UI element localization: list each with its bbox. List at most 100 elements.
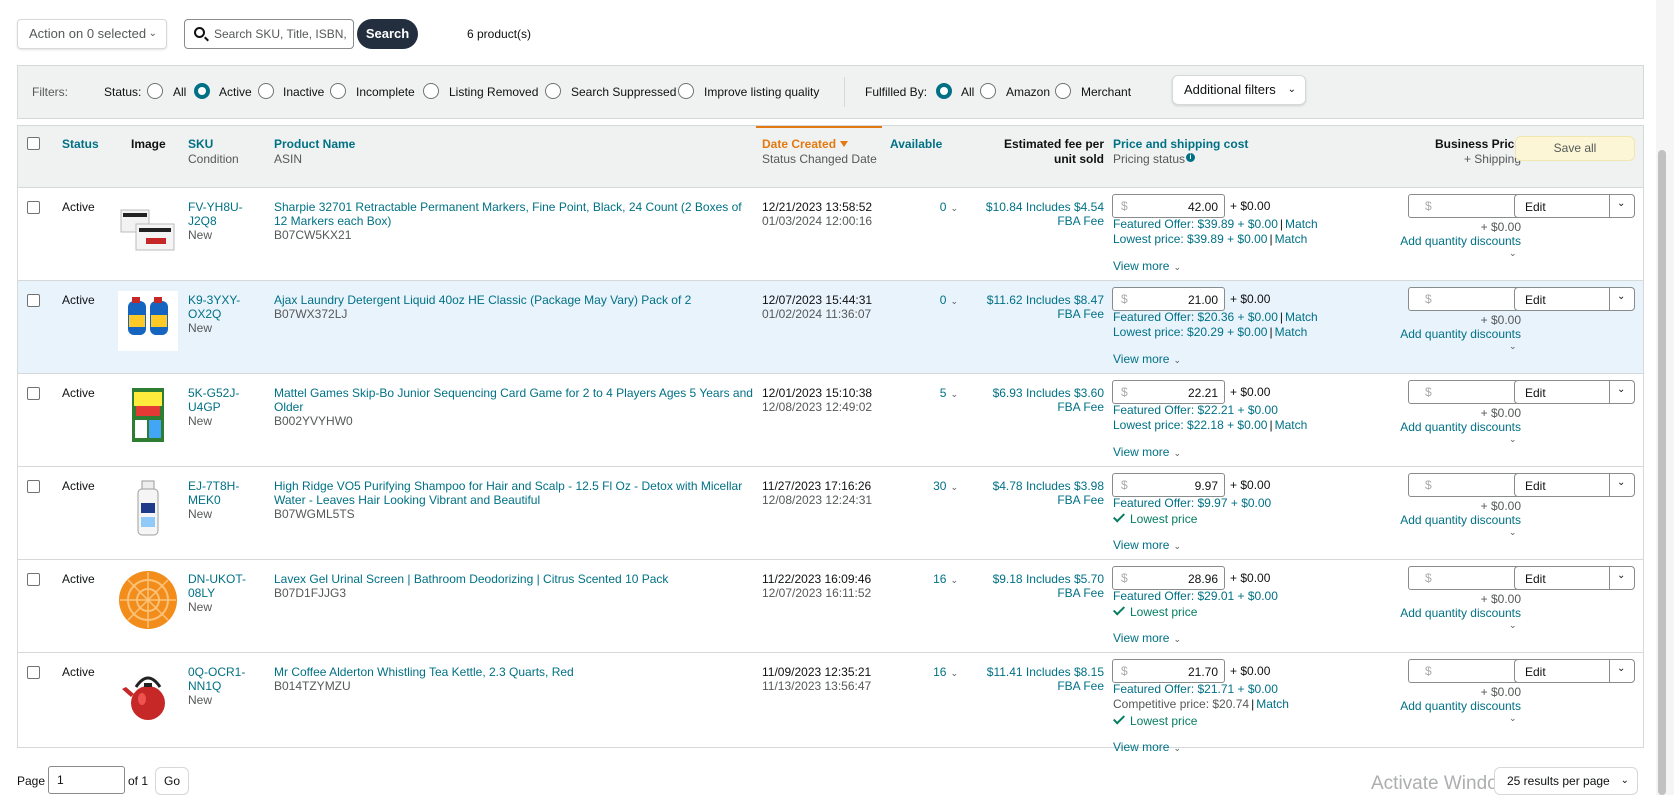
price-input[interactable]: $21.70: [1112, 659, 1225, 683]
match-link[interactable]: Match: [1275, 325, 1308, 339]
status-option-inactive[interactable]: Inactive: [283, 85, 324, 99]
row-checkbox[interactable]: [27, 480, 40, 493]
row-checkbox[interactable]: [27, 573, 40, 586]
edit-button[interactable]: Edit: [1525, 200, 1546, 214]
edit-button[interactable]: Edit: [1525, 386, 1546, 400]
row-checkbox[interactable]: [27, 294, 40, 307]
product-name-link[interactable]: Lavex Gel Urinal Screen | Bathroom Deodo…: [274, 572, 766, 586]
fulfilled-radio-all[interactable]: [936, 83, 952, 99]
add-quantity-discounts-link[interactable]: Add quantity discounts: [1378, 699, 1521, 713]
match-link[interactable]: Match: [1256, 697, 1289, 711]
edit-split-button[interactable]: Edit ⌄: [1514, 287, 1635, 311]
business-price-input[interactable]: $: [1408, 659, 1521, 683]
price-input[interactable]: $42.00: [1112, 194, 1225, 218]
business-price-input[interactable]: $: [1408, 473, 1521, 497]
sku-link[interactable]: 5K-G52J- U4GP: [188, 386, 254, 414]
chevron-down-icon[interactable]: ⌄: [1617, 663, 1625, 674]
available-dropdown[interactable]: 16 ⌄: [898, 572, 958, 587]
add-quantity-discounts-link[interactable]: Add quantity discounts: [1378, 327, 1521, 341]
edit-split-button[interactable]: Edit ⌄: [1514, 566, 1635, 590]
bulk-action-dropdown[interactable]: Action on 0 selected ⌄: [17, 19, 167, 49]
status-option-incomplete[interactable]: Incomplete: [356, 85, 415, 99]
product-image[interactable]: [118, 198, 178, 258]
row-checkbox[interactable]: [27, 387, 40, 400]
price-input[interactable]: $21.00: [1112, 287, 1225, 311]
product-image[interactable]: [118, 477, 178, 537]
price-input[interactable]: $9.97: [1112, 473, 1225, 497]
select-all-checkbox[interactable]: [27, 137, 40, 150]
view-more-link[interactable]: View more ⌄: [1113, 538, 1181, 552]
add-quantity-discounts-link[interactable]: Add quantity discounts: [1378, 513, 1521, 527]
row-checkbox[interactable]: [27, 201, 40, 214]
fulfilled-option-amazon[interactable]: Amazon: [1006, 85, 1050, 99]
sku-link[interactable]: EJ-7T8H- MEK0: [188, 479, 254, 507]
col-date-created[interactable]: Date Created Status Changed Date: [762, 137, 877, 167]
available-dropdown[interactable]: 16 ⌄: [898, 665, 958, 680]
edit-button[interactable]: Edit: [1525, 665, 1546, 679]
business-price-input[interactable]: $: [1408, 380, 1521, 404]
chevron-down-icon[interactable]: ⌄: [1509, 248, 1517, 259]
status-radio-incomplete[interactable]: [330, 83, 346, 99]
view-more-link[interactable]: View more ⌄: [1113, 631, 1181, 645]
business-price-input[interactable]: $: [1408, 566, 1521, 590]
edit-split-button[interactable]: Edit ⌄: [1514, 380, 1635, 404]
col-price[interactable]: Price and shipping cost Pricing status i: [1113, 137, 1248, 167]
available-dropdown[interactable]: 0 ⌄: [898, 293, 958, 308]
edit-button[interactable]: Edit: [1525, 479, 1546, 493]
chevron-down-icon[interactable]: ⌄: [1509, 527, 1517, 538]
page-number-input[interactable]: 1: [48, 766, 125, 794]
status-radio-active[interactable]: [194, 83, 210, 99]
chevron-down-icon[interactable]: ⌄: [1617, 198, 1625, 209]
chevron-down-icon[interactable]: ⌄: [1509, 620, 1517, 631]
product-image[interactable]: [118, 384, 178, 444]
match-link[interactable]: Match: [1285, 310, 1318, 324]
match-link[interactable]: Match: [1275, 232, 1308, 246]
chevron-down-icon[interactable]: ⌄: [1509, 713, 1517, 724]
go-button[interactable]: Go: [155, 767, 189, 795]
status-radio-improve-listing[interactable]: [678, 83, 694, 99]
edit-button[interactable]: Edit: [1525, 293, 1546, 307]
edit-split-button[interactable]: Edit ⌄: [1514, 473, 1635, 497]
price-input[interactable]: $22.21: [1112, 380, 1225, 404]
fee-cell[interactable]: $10.84 Includes $4.54 FBA Fee: [962, 200, 1104, 228]
fulfilled-radio-merchant[interactable]: [1055, 83, 1071, 99]
view-more-link[interactable]: View more ⌄: [1113, 740, 1181, 754]
match-link[interactable]: Match: [1275, 418, 1308, 432]
product-name-link[interactable]: Sharpie 32701 Retractable Permanent Mark…: [274, 200, 766, 228]
view-more-link[interactable]: View more ⌄: [1113, 259, 1181, 273]
search-button[interactable]: Search: [357, 19, 418, 49]
add-quantity-discounts-link[interactable]: Add quantity discounts: [1378, 420, 1521, 434]
chevron-down-icon[interactable]: ⌄: [1617, 570, 1625, 581]
save-all-button[interactable]: Save all: [1515, 136, 1635, 161]
business-price-input[interactable]: $: [1408, 194, 1521, 218]
additional-filters-button[interactable]: Additional filters ⌄: [1172, 75, 1306, 105]
status-option-listing-removed[interactable]: Listing Removed: [449, 85, 538, 99]
fee-cell[interactable]: $6.93 Includes $3.60 FBA Fee: [962, 386, 1104, 414]
fee-cell[interactable]: $4.78 Includes $3.98 FBA Fee: [962, 479, 1104, 507]
status-option-all[interactable]: All: [173, 85, 186, 99]
product-image[interactable]: [118, 663, 178, 723]
chevron-down-icon[interactable]: ⌄: [1509, 434, 1517, 445]
fee-cell[interactable]: $11.41 Includes $8.15 FBA Fee: [962, 665, 1104, 693]
status-option-search-suppressed[interactable]: Search Suppressed: [571, 85, 676, 99]
price-input[interactable]: $28.96: [1112, 566, 1225, 590]
status-option-improve-listing[interactable]: Improve listing quality: [704, 85, 819, 99]
fulfilled-option-merchant[interactable]: Merchant: [1081, 85, 1131, 99]
status-radio-inactive[interactable]: [258, 83, 274, 99]
fee-cell[interactable]: $11.62 Includes $8.47 FBA Fee: [962, 293, 1104, 321]
sku-link[interactable]: 0Q-OCR1- NN1Q: [188, 665, 254, 693]
chevron-down-icon[interactable]: ⌄: [1509, 341, 1517, 352]
sku-link[interactable]: K9-3YXY- OX2Q: [188, 293, 254, 321]
status-radio-search-suppressed[interactable]: [545, 83, 561, 99]
edit-split-button[interactable]: Edit ⌄: [1514, 659, 1635, 683]
product-name-link[interactable]: Ajax Laundry Detergent Liquid 40oz HE Cl…: [274, 293, 766, 307]
row-checkbox[interactable]: [27, 666, 40, 679]
chevron-down-icon[interactable]: ⌄: [1617, 384, 1625, 395]
product-name-link[interactable]: Mattel Games Skip-Bo Junior Sequencing C…: [274, 386, 766, 414]
scrollbar-thumb[interactable]: [1658, 150, 1666, 795]
product-image[interactable]: [118, 570, 178, 630]
fulfilled-radio-amazon[interactable]: [980, 83, 996, 99]
chevron-down-icon[interactable]: ⌄: [1617, 291, 1625, 302]
product-image[interactable]: [118, 291, 178, 351]
search-input[interactable]: [212, 24, 350, 44]
